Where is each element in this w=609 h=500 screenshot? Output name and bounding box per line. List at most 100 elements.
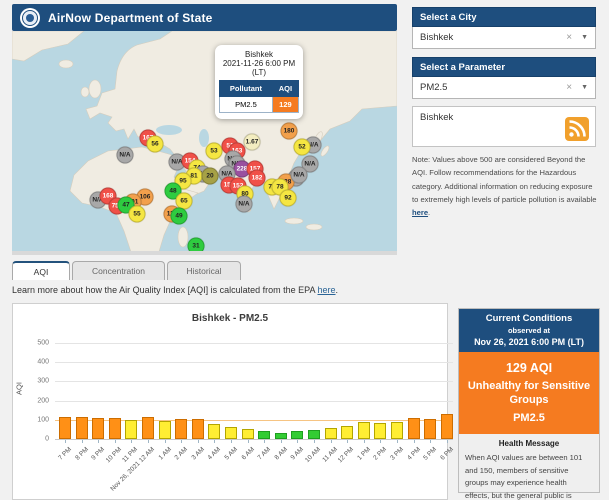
aqi-bar[interactable] <box>391 422 403 439</box>
x-tick-mark <box>297 440 299 443</box>
note-text: Note: Values above 500 are considered Be… <box>412 155 597 204</box>
x-tick-label: 10 AM <box>303 446 322 464</box>
world-map[interactable]: 16756N/AN/A15474N/A812095486553511.67163… <box>12 31 397 255</box>
x-tick-label: 1 AM <box>157 446 173 462</box>
current-conditions-header: Current Conditions observed at Nov 26, 2… <box>459 309 599 352</box>
map-basemap <box>12 31 397 251</box>
x-tick-mark <box>131 440 133 443</box>
current-conditions-title: Current Conditions <box>485 313 573 324</box>
x-tick-label: 11 AM <box>320 446 339 464</box>
aqi-marker[interactable]: 20 <box>201 167 219 185</box>
x-tick-label: 8 PM <box>73 446 90 462</box>
aqi-bar[interactable] <box>440 414 453 439</box>
aqi-chart-panel: Bishkek - PM2.5 AQI 0 100 200 300 400 500 7 PM… <box>12 303 455 500</box>
aqi-value-line: 129 AQI <box>505 361 553 375</box>
aqi-marker[interactable]: 31 <box>187 237 205 251</box>
tab-aqi[interactable]: AQI <box>12 261 70 280</box>
aqi-marker[interactable]: 92 <box>279 189 297 207</box>
aqi-bar[interactable] <box>341 425 354 439</box>
aqi-marker[interactable]: 180 <box>280 122 298 140</box>
x-tick-label: 6 AM <box>240 446 256 462</box>
aqi-bar[interactable] <box>225 426 237 439</box>
aqi-bar[interactable] <box>92 418 105 439</box>
y-axis-label: AQI <box>14 382 24 395</box>
parameter-select[interactable]: PM2.5 × ▼ <box>412 77 596 99</box>
y-tick-label: 200 <box>37 397 49 405</box>
x-tick-label: 7 PM <box>57 446 73 462</box>
current-conditions-panel: Current Conditions observed at Nov 26, 2… <box>458 308 600 500</box>
x-tick-mark <box>148 440 149 443</box>
aqi-bar[interactable] <box>241 428 254 439</box>
popup-city: Bishkek <box>244 50 273 59</box>
aqi-bar[interactable] <box>208 423 221 439</box>
app-title: AirNow Department of State <box>48 10 213 25</box>
aqi-marker[interactable]: N/A <box>290 166 308 184</box>
aqi-marker[interactable]: N/A <box>116 146 134 164</box>
x-tick-label: 5 PM <box>422 446 439 462</box>
y-tick-label: 300 <box>37 377 49 385</box>
note-suffix: . <box>428 208 431 218</box>
aqi-bar[interactable] <box>125 420 138 439</box>
city-chevron-down-icon[interactable]: ▼ <box>581 34 588 41</box>
x-tick-label: 5 AM <box>223 446 239 462</box>
x-tick-label: 1 PM <box>356 446 372 462</box>
y-tick-label: 400 <box>37 358 49 366</box>
aqi-bar[interactable] <box>374 423 387 439</box>
aqi-bar[interactable] <box>59 416 71 439</box>
aqi-bar[interactable] <box>75 417 88 439</box>
aqi-bar[interactable] <box>158 420 171 439</box>
x-tick-mark <box>247 440 249 443</box>
gridline <box>55 381 453 383</box>
x-tick-label: 2 AM <box>173 446 190 462</box>
aqi-marker[interactable]: N/A <box>235 195 253 213</box>
x-tick-label: 4 AM <box>206 446 223 462</box>
aqi-bar[interactable] <box>424 418 437 439</box>
aqi-category: Unhealthy for Sensitive Groups <box>467 380 591 407</box>
x-tick-label: 6 PM <box>439 446 455 462</box>
aqi-bar[interactable] <box>357 422 370 439</box>
popup-timezone: (LT) <box>251 68 267 77</box>
note-here-link[interactable]: here <box>412 208 428 217</box>
popup-pollutant-header: Pollutant <box>219 80 273 97</box>
health-message-title: Health Message <box>498 438 560 448</box>
learn-more-here-link[interactable]: here <box>318 285 336 295</box>
x-tick-mark <box>314 440 315 443</box>
aqi-bar[interactable] <box>258 430 271 439</box>
rss-feed-icon[interactable] <box>565 117 589 141</box>
x-tick-label: 3 AM <box>190 446 206 462</box>
aqi-marker[interactable]: 52 <box>293 138 311 156</box>
parameter-select-value: PM2.5 <box>420 82 448 93</box>
popup-pollutant-value: PM2.5 <box>219 96 273 113</box>
aqi-marker[interactable]: 49 <box>170 207 188 225</box>
aqi-marker[interactable]: 56 <box>146 135 164 153</box>
city-clear-icon[interactable]: × <box>566 32 572 43</box>
y-tick-label: 0 <box>45 435 49 443</box>
aqi-bar[interactable] <box>407 418 420 439</box>
aqi-bar[interactable] <box>191 418 204 439</box>
rss-city-label: Bishkek <box>420 112 454 123</box>
aqi-bar[interactable] <box>108 418 121 439</box>
tab-concentration[interactable]: Concentration <box>72 261 165 280</box>
parameter-clear-icon[interactable]: × <box>566 82 572 93</box>
observed-datetime: Nov 26, 2021 6:00 PM (LT) <box>474 337 584 347</box>
x-tick-label: 9 AM <box>289 446 306 462</box>
aqi-bar[interactable] <box>308 430 320 439</box>
city-select[interactable]: Bishkek × ▼ <box>412 27 596 49</box>
parameter-chevron-down-icon[interactable]: ▼ <box>581 84 588 91</box>
aqi-bar[interactable] <box>291 431 304 439</box>
aqi-marker[interactable]: 55 <box>128 205 146 223</box>
aqi-bar[interactable] <box>175 418 188 439</box>
tab-historical[interactable]: Historical <box>167 261 241 280</box>
aqi-marker[interactable]: 1.67 <box>243 133 261 151</box>
health-message-body: When AQI values are between 101 and 150,… <box>465 452 583 500</box>
aqi-status-block: 129 AQI Unhealthy for Sensitive Groups P… <box>459 352 599 434</box>
airnow-page: AirNow Department of State 56 N/A N/A 81… <box>0 0 609 500</box>
x-tick-mark <box>264 440 266 443</box>
aqi-bar[interactable] <box>324 428 337 439</box>
popup-table: Pollutant AQI PM2.5 129 <box>219 80 300 113</box>
aqi-marker[interactable]: 53 <box>205 142 223 160</box>
learn-more-suffix: . <box>335 285 339 295</box>
aqi-note: Note: Values above 500 are considered Be… <box>412 153 598 219</box>
aqi-bar[interactable] <box>274 432 287 439</box>
aqi-bar[interactable] <box>142 417 154 439</box>
